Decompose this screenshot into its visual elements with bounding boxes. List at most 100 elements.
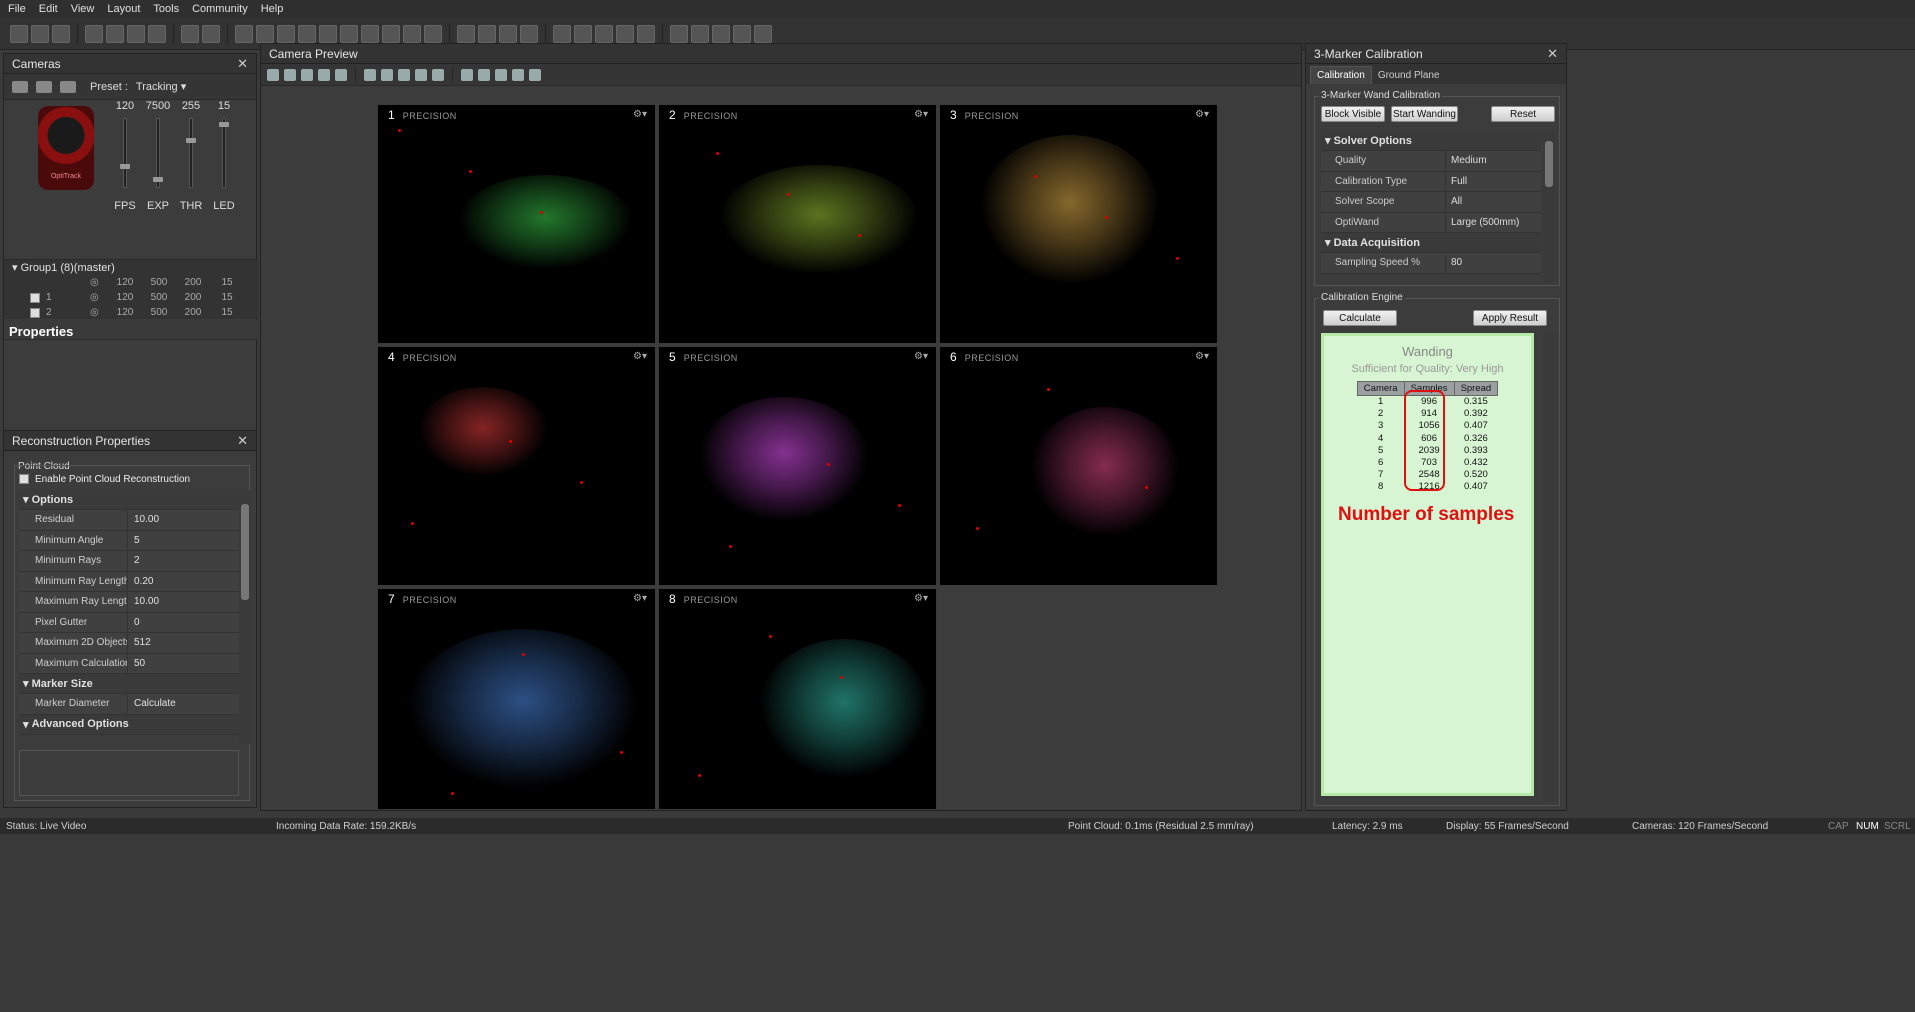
property-value[interactable]: Large (500mm) bbox=[1445, 212, 1541, 232]
close-icon[interactable]: ✕ bbox=[1547, 46, 1558, 62]
property-row[interactable]: Pixel Gutter 0 bbox=[19, 612, 239, 633]
gear-icon[interactable]: ⚙▾ bbox=[914, 593, 930, 604]
camera-mode-icon[interactable] bbox=[267, 68, 279, 81]
layout-icon[interactable] bbox=[202, 24, 220, 43]
shield-icon[interactable] bbox=[512, 68, 524, 81]
property-row[interactable]: OptiWand Large (500mm) bbox=[1321, 212, 1541, 233]
enable-point-cloud-checkbox[interactable] bbox=[19, 474, 29, 484]
mask-icon[interactable] bbox=[495, 68, 507, 81]
camera-view-5[interactable]: 5 PRECISION ⚙▾ bbox=[658, 346, 937, 586]
menu-tools[interactable]: Tools bbox=[153, 3, 179, 15]
view-icon[interactable] bbox=[361, 24, 379, 43]
layout-icon[interactable] bbox=[520, 24, 538, 43]
monitor-icon[interactable] bbox=[574, 24, 592, 43]
lightbulb-icon[interactable] bbox=[733, 24, 751, 43]
solver-options-section-header[interactable]: ▾ Solver Options bbox=[1321, 131, 1541, 151]
slider-knob[interactable] bbox=[219, 122, 229, 128]
document-icon[interactable] bbox=[637, 24, 655, 43]
data-acquisition-section-header[interactable]: ▾ Data Acquisition bbox=[1321, 233, 1541, 253]
property-row[interactable]: Maximum 2D Objects 512 bbox=[19, 633, 239, 654]
target-icon[interactable] bbox=[318, 68, 330, 81]
property-row[interactable]: Marker Diameter Calculate bbox=[19, 694, 239, 715]
pencil-icon[interactable] bbox=[461, 68, 473, 81]
monitor-icon[interactable] bbox=[235, 24, 253, 43]
slider-track[interactable] bbox=[186, 118, 196, 188]
camera-view-4[interactable]: 4 PRECISION ⚙▾ bbox=[377, 346, 656, 586]
bracket-left-icon[interactable] bbox=[127, 24, 145, 43]
layout-icon[interactable] bbox=[457, 24, 475, 43]
property-value[interactable]: Full bbox=[1445, 171, 1541, 191]
bracket-right-icon[interactable] bbox=[148, 24, 166, 43]
layout-icon[interactable] bbox=[499, 24, 517, 43]
layout-icon[interactable] bbox=[398, 68, 410, 81]
globe-icon[interactable] bbox=[616, 24, 634, 43]
menu-help[interactable]: Help bbox=[261, 3, 284, 15]
gear-icon[interactable]: ⚙▾ bbox=[914, 109, 930, 120]
menu-layout[interactable]: Layout bbox=[107, 3, 140, 15]
property-row[interactable]: Maximum Calculation Tim50 bbox=[19, 653, 239, 674]
menu-edit[interactable]: Edit bbox=[39, 3, 58, 15]
expand-icon[interactable]: ▾ bbox=[12, 261, 18, 274]
camera-add-icon[interactable] bbox=[36, 80, 52, 93]
slider-track[interactable] bbox=[153, 118, 163, 188]
property-row[interactable]: Sampling Speed % 80 bbox=[1321, 253, 1541, 274]
layout-icon[interactable] bbox=[478, 24, 496, 43]
frame-icon[interactable] bbox=[415, 68, 427, 81]
property-value[interactable]: 10.00 bbox=[127, 510, 239, 530]
image-icon[interactable] bbox=[301, 68, 313, 81]
cube-icon[interactable] bbox=[529, 68, 541, 81]
property-value[interactable]: 2 bbox=[127, 551, 239, 571]
tools-icon[interactable] bbox=[335, 68, 347, 81]
property-row[interactable]: Minimum Rays 2 bbox=[19, 551, 239, 572]
property-value[interactable]: All bbox=[1445, 192, 1541, 212]
window-icon[interactable] bbox=[670, 24, 688, 43]
view-icon[interactable] bbox=[424, 24, 442, 43]
solver-scrollbar[interactable] bbox=[1543, 131, 1555, 283]
gear-icon[interactable]: ⚙▾ bbox=[633, 109, 649, 120]
view-icon[interactable] bbox=[403, 24, 421, 43]
camera-view-3[interactable]: 3 PRECISION ⚙▾ bbox=[939, 104, 1218, 344]
slider-knob[interactable] bbox=[120, 163, 130, 169]
property-row[interactable]: Minimum Ray Length 0.20 bbox=[19, 571, 239, 592]
tab-calibration[interactable]: Calibration bbox=[1310, 66, 1372, 84]
property-value[interactable]: 0 bbox=[127, 612, 239, 632]
gear-icon[interactable]: ⚙▾ bbox=[633, 593, 649, 604]
slider-track[interactable] bbox=[120, 118, 130, 188]
property-value[interactable]: 10.00 bbox=[127, 592, 239, 612]
menu-community[interactable]: Community bbox=[192, 3, 248, 15]
gear-icon[interactable]: ⚙▾ bbox=[1195, 351, 1211, 362]
property-value[interactable]: 50 bbox=[127, 653, 239, 673]
save-icon[interactable] bbox=[52, 24, 70, 43]
camera-row[interactable]: 2 ◎ 120 500 200 15 bbox=[4, 305, 258, 320]
help-icon[interactable] bbox=[754, 24, 772, 43]
start-wanding-button[interactable]: Start Wanding bbox=[1391, 106, 1458, 122]
slider-track[interactable] bbox=[219, 118, 229, 188]
apply-result-button[interactable]: Apply Result bbox=[1473, 310, 1547, 326]
layout-icon[interactable] bbox=[364, 68, 376, 81]
property-value[interactable]: 0.20 bbox=[127, 571, 239, 591]
camera-view-6[interactable]: 6 PRECISION ⚙▾ bbox=[939, 346, 1218, 586]
crosshair-icon[interactable] bbox=[432, 68, 444, 81]
property-row[interactable]: Minimum Angle 5 bbox=[19, 530, 239, 551]
slider-knob[interactable] bbox=[186, 138, 196, 144]
camera-icon[interactable] bbox=[256, 24, 274, 43]
open-icon[interactable] bbox=[31, 24, 49, 43]
refresh-icon[interactable] bbox=[712, 24, 730, 43]
view-icon[interactable] bbox=[319, 24, 337, 43]
preset-dropdown[interactable]: Tracking ▾ bbox=[136, 80, 186, 93]
property-value[interactable]: Medium bbox=[1445, 151, 1541, 171]
property-row[interactable]: Maximum Ray Length 10.00 bbox=[19, 592, 239, 613]
gear-icon[interactable]: ⚙▾ bbox=[914, 351, 930, 362]
property-value[interactable]: Calculate bbox=[127, 694, 239, 714]
calculate-button[interactable]: Calculate bbox=[1323, 310, 1397, 326]
gear-icon[interactable]: ⚙▾ bbox=[633, 351, 649, 362]
menu-file[interactable]: File bbox=[8, 3, 26, 15]
block-visible-button[interactable]: Block Visible bbox=[1321, 106, 1385, 122]
property-row[interactable]: Residual 10.00 bbox=[19, 510, 239, 531]
mask-icon[interactable] bbox=[478, 68, 490, 81]
property-value[interactable]: 80 bbox=[1445, 253, 1541, 273]
marker-size-section-header[interactable]: ▾ Marker Size bbox=[19, 674, 239, 694]
view-icon[interactable] bbox=[298, 24, 316, 43]
camera-settings-icon[interactable] bbox=[60, 80, 76, 93]
new-icon[interactable] bbox=[10, 24, 28, 43]
